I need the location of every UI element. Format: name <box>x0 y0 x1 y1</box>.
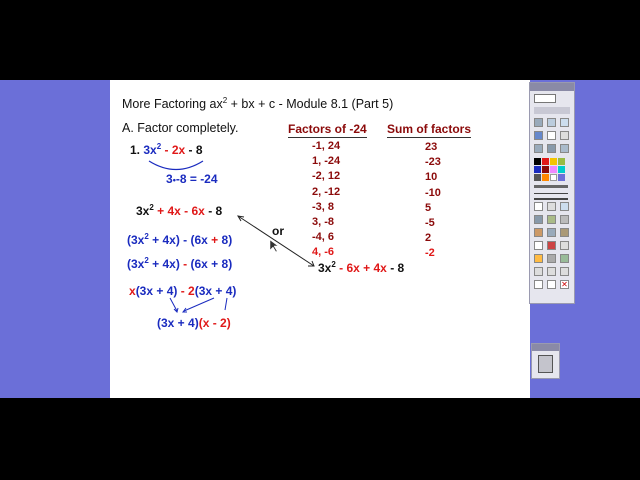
redo-icon[interactable] <box>547 280 556 289</box>
marker-icon[interactable] <box>534 215 543 224</box>
color-cyan[interactable] <box>558 166 565 173</box>
factor-pair: -3, 8 <box>312 200 335 213</box>
page-icon[interactable] <box>547 118 556 127</box>
line-width-slider[interactable] <box>534 185 568 188</box>
camera-icon[interactable] <box>534 144 543 153</box>
cut-icon[interactable] <box>534 267 543 276</box>
move-icon[interactable] <box>560 254 569 263</box>
color-red[interactable] <box>542 158 549 165</box>
whiteboard-page: More Factoring ax2 + bx + c - Module 8.1… <box>110 80 530 398</box>
trash-panel-handle[interactable] <box>532 344 559 351</box>
factor-pair: 4, -6 <box>312 246 335 259</box>
toolbar-divider <box>534 107 570 114</box>
page-icon[interactable] <box>560 118 569 127</box>
factor-pair: -2, 12 <box>312 170 341 183</box>
presentation-area: More Factoring ax2 + bx + c - Module 8.1… <box>0 80 640 398</box>
color-black[interactable] <box>534 158 541 165</box>
factor-sum: -2 <box>425 247 435 260</box>
highlighter-icon[interactable] <box>547 202 556 211</box>
copy-icon[interactable] <box>547 267 556 276</box>
shape-icon[interactable] <box>560 215 569 224</box>
color-pink[interactable] <box>550 166 557 173</box>
color-blue[interactable] <box>534 166 541 173</box>
color-violet[interactable] <box>558 174 565 181</box>
color-green[interactable] <box>558 158 565 165</box>
color-maroon[interactable] <box>542 166 549 173</box>
sums-list: 23 -23 10 -10 5 -5 2 -2 <box>425 140 441 262</box>
floating-toolbar[interactable]: ✕ <box>529 82 575 304</box>
toolbar-drag-handle[interactable] <box>530 83 574 91</box>
paste-icon[interactable] <box>560 267 569 276</box>
factor-sum: 10 <box>425 171 438 184</box>
factor-pair: -1, 24 <box>312 140 341 152</box>
fill-icon[interactable] <box>547 228 556 237</box>
undo-icon[interactable] <box>534 280 543 289</box>
brush-icon[interactable] <box>547 215 556 224</box>
factor-pair: 3, -8 <box>312 215 335 228</box>
factor-pair: -4, 6 <box>312 231 335 244</box>
page-icon[interactable] <box>534 118 543 127</box>
settings-icon[interactable] <box>560 144 569 153</box>
factor-pair: 2, -12 <box>312 185 341 198</box>
line-style-icon[interactable] <box>534 193 568 200</box>
image-icon[interactable] <box>534 254 543 263</box>
pen-icon[interactable] <box>534 202 543 211</box>
factor-sum: 2 <box>425 232 432 245</box>
screen-icon[interactable] <box>560 131 569 140</box>
sums-header: Sum of factors <box>387 122 472 138</box>
line-icon[interactable] <box>534 241 543 250</box>
factor-pair: 1, -24 <box>312 155 341 168</box>
color-yellow[interactable] <box>550 158 557 165</box>
record-icon[interactable] <box>547 144 556 153</box>
eraser-icon[interactable] <box>534 228 543 237</box>
factors-header: Factors of -24 <box>288 122 367 138</box>
select-icon[interactable] <box>560 241 569 250</box>
color-orange[interactable] <box>542 174 549 181</box>
color-white[interactable] <box>550 174 557 181</box>
factor-sum: -10 <box>425 186 441 199</box>
shape-icon[interactable] <box>547 241 556 250</box>
image-icon[interactable] <box>534 131 543 140</box>
toolbar-tools-icon[interactable] <box>534 94 556 103</box>
factor-sum: 23 <box>425 141 438 153</box>
trash-panel[interactable] <box>531 343 560 379</box>
factor-sum: -23 <box>425 156 441 169</box>
color-gray[interactable] <box>534 174 541 181</box>
delete-icon[interactable]: ✕ <box>560 280 569 289</box>
alternate-split: 3x2 - 6x + 4x - 8 <box>318 260 405 276</box>
factor-sum: -5 <box>425 216 435 229</box>
trash-icon[interactable] <box>538 355 553 373</box>
factor-sum: 5 <box>425 201 432 214</box>
text-icon[interactable] <box>547 254 556 263</box>
text-icon[interactable] <box>560 202 569 211</box>
stamp-icon[interactable] <box>560 228 569 237</box>
or-label: or <box>272 224 284 238</box>
screen-icon[interactable] <box>547 131 556 140</box>
factors-list: -1, 24 1, -24 -2, 12 2, -12 -3, 8 3, -8 … <box>312 139 340 261</box>
